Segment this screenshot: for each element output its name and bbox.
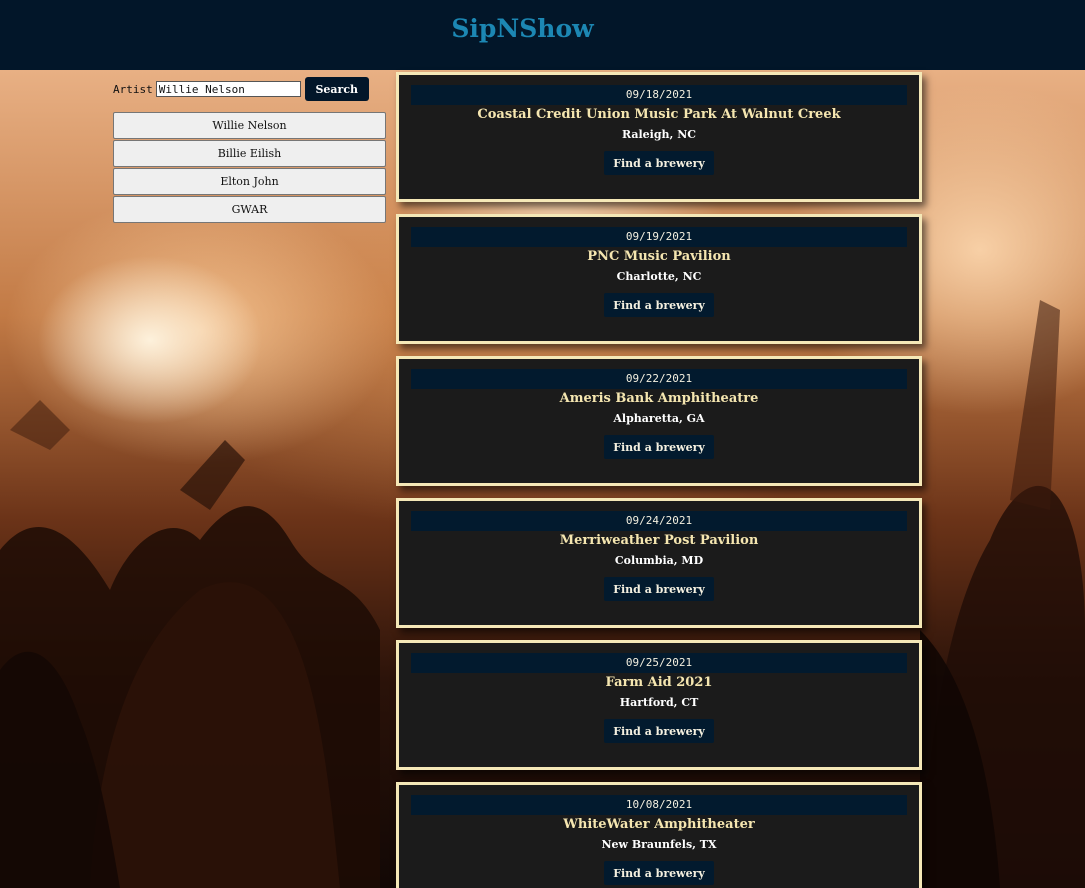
event-city: Columbia, MD	[614, 554, 704, 567]
event-date: 09/18/2021	[411, 85, 907, 105]
history-item-elton-john[interactable]: Elton John	[113, 168, 386, 195]
event-card: 09/24/2021 Merriweather Post Pavilion Co…	[396, 498, 922, 628]
find-brewery-button[interactable]: Find a brewery	[604, 435, 714, 459]
find-brewery-button[interactable]: Find a brewery	[604, 719, 714, 743]
app-logo[interactable]: SipNShow	[0, 14, 1045, 43]
event-date: 09/22/2021	[411, 369, 907, 389]
history-item-gwar[interactable]: GWAR	[113, 196, 386, 223]
event-city: Charlotte, NC	[616, 270, 702, 283]
event-card: 09/18/2021 Coastal Credit Union Music Pa…	[396, 72, 922, 202]
event-card: 09/25/2021 Farm Aid 2021 Hartford, CT Fi…	[396, 640, 922, 770]
find-brewery-button[interactable]: Find a brewery	[604, 293, 714, 317]
event-city: New Braunfels, TX	[601, 838, 717, 851]
event-venue: Ameris Bank Amphitheatre	[559, 391, 759, 406]
event-card: 10/08/2021 WhiteWater Amphitheater New B…	[396, 782, 922, 888]
artist-search-form: Artist Search	[113, 77, 369, 101]
history-item-willie-nelson[interactable]: Willie Nelson	[113, 112, 386, 139]
event-city: Raleigh, NC	[621, 128, 697, 141]
event-venue: Merriweather Post Pavilion	[559, 533, 759, 548]
event-venue: PNC Music Pavilion	[587, 249, 731, 264]
find-brewery-button[interactable]: Find a brewery	[604, 861, 714, 885]
event-card: 09/22/2021 Ameris Bank Amphitheatre Alph…	[396, 356, 922, 486]
event-card: 09/19/2021 PNC Music Pavilion Charlotte,…	[396, 214, 922, 344]
event-venue: WhiteWater Amphitheater	[563, 817, 755, 832]
event-city: Alpharetta, GA	[613, 412, 705, 425]
artist-label: Artist	[113, 82, 153, 96]
find-brewery-button[interactable]: Find a brewery	[604, 577, 714, 601]
find-brewery-button[interactable]: Find a brewery	[604, 151, 714, 175]
event-list: 09/18/2021 Coastal Credit Union Music Pa…	[396, 72, 926, 888]
artist-search-input[interactable]	[155, 81, 301, 97]
app-header: SipNShow	[0, 0, 1085, 70]
event-venue: Coastal Credit Union Music Park At Walnu…	[477, 107, 841, 122]
event-date: 09/24/2021	[411, 511, 907, 531]
history-item-billie-eilish[interactable]: Billie Eilish	[113, 140, 386, 167]
event-date: 09/19/2021	[411, 227, 907, 247]
search-history-list: Willie Nelson Billie Eilish Elton John G…	[113, 112, 386, 224]
search-button[interactable]: Search	[304, 77, 369, 101]
event-date: 10/08/2021	[411, 795, 907, 815]
event-date: 09/25/2021	[411, 653, 907, 673]
event-city: Hartford, CT	[619, 696, 699, 709]
event-venue: Farm Aid 2021	[605, 675, 713, 690]
